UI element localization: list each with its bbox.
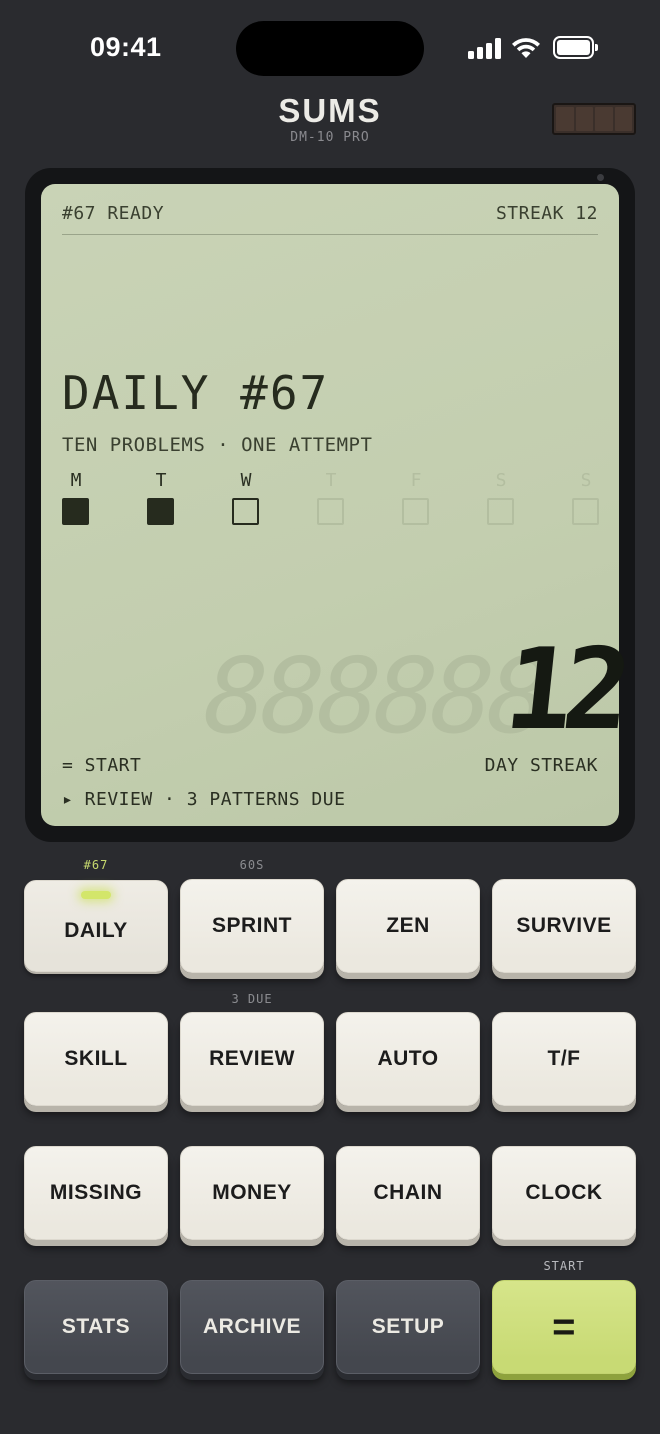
lcd-subtitle: TEN PROBLEMS · ONE ATTEMPT [62,434,373,456]
key-label: SURVIVE [516,914,612,937]
key-label: MISSING [49,1181,143,1204]
clock-button[interactable]: CLOCK [492,1146,636,1240]
key-label: CLOCK [525,1181,603,1204]
key-label: STATS [61,1315,131,1338]
week-day-wednesday: W [232,470,260,525]
key-label: SETUP [371,1315,445,1338]
sprint-button[interactable]: SPRINT [180,879,324,973]
key-label: ARCHIVE [202,1315,301,1338]
week-day-friday: F [402,470,430,525]
week-day-letter: T [155,470,167,491]
key-label: DAILY [64,919,128,942]
caption-sprint: 60S [239,858,265,872]
week-day-letter: S [580,470,592,491]
segment-ghost-digits: 888888 [200,635,549,757]
review-hint: ▸ REVIEW · 3 PATTERNS DUE [62,789,346,810]
key-label: AUTO [377,1047,439,1070]
lcd-divider [62,234,598,235]
lcd-status-right: STREAK 12 [495,203,598,224]
battery-icon [553,36,598,59]
key-label: T/F [547,1047,581,1070]
value-label: DAY STREAK [484,755,598,776]
week-day-letter: T [325,470,337,491]
wifi-icon [512,38,540,58]
caption-equals: START [543,1259,585,1273]
missing-button[interactable]: MISSING [24,1146,168,1240]
zen-button[interactable]: ZEN [336,879,480,973]
daily-button[interactable]: DAILY [24,880,168,972]
segment-value: 12 [499,625,628,755]
week-day-letter: W [240,470,252,491]
key-label: MONEY [212,1181,292,1204]
week-day-box [402,498,429,525]
archive-button[interactable]: ARCHIVE [180,1280,324,1374]
bezel-sensor-dot [597,174,604,181]
status-time: 09:41 [90,32,162,62]
key-label: CHAIN [373,1181,443,1204]
money-button[interactable]: MONEY [180,1146,324,1240]
chain-button[interactable]: CHAIN [336,1146,480,1240]
equals-start-button[interactable]: = [492,1280,636,1374]
week-day-letter: F [410,470,422,491]
dynamic-island [236,21,424,76]
key-label: = [552,1304,576,1349]
skill-button[interactable]: SKILL [24,1012,168,1106]
week-day-box [232,498,259,525]
week-day-saturday: S [487,470,515,525]
true-false-button[interactable]: T/F [492,1012,636,1106]
week-day-letter: S [495,470,507,491]
caption-review: 3 DUE [231,992,273,1006]
key-label: SKILL [64,1047,128,1070]
lcd-title: DAILY #67 [62,366,330,420]
survive-button[interactable]: SURVIVE [492,879,636,973]
stats-button[interactable]: STATS [24,1280,168,1374]
cellular-signal-icon [468,37,502,59]
week-day-tuesday: T [147,470,175,525]
week-day-box [317,498,344,525]
week-day-monday: M [62,470,90,525]
week-day-box [62,498,89,525]
week-day-box [487,498,514,525]
week-day-sunday: S [572,470,600,525]
week-day-box [147,498,174,525]
key-label: ZEN [386,914,430,937]
caption-daily: #67 [83,858,109,872]
auto-button[interactable]: AUTO [336,1012,480,1106]
key-label: SPRINT [211,914,292,937]
key-label: REVIEW [209,1047,295,1070]
lcd-status-left: #67 READY [62,203,165,224]
setup-button[interactable]: SETUP [336,1280,480,1374]
week-day-box [572,498,599,525]
review-button[interactable]: REVIEW [180,1012,324,1106]
week-day-thursday: T [317,470,345,525]
week-day-letter: M [70,470,82,491]
solar-panel-icon [552,103,636,135]
start-hint: = START [62,755,142,776]
active-indicator-led [81,891,111,899]
